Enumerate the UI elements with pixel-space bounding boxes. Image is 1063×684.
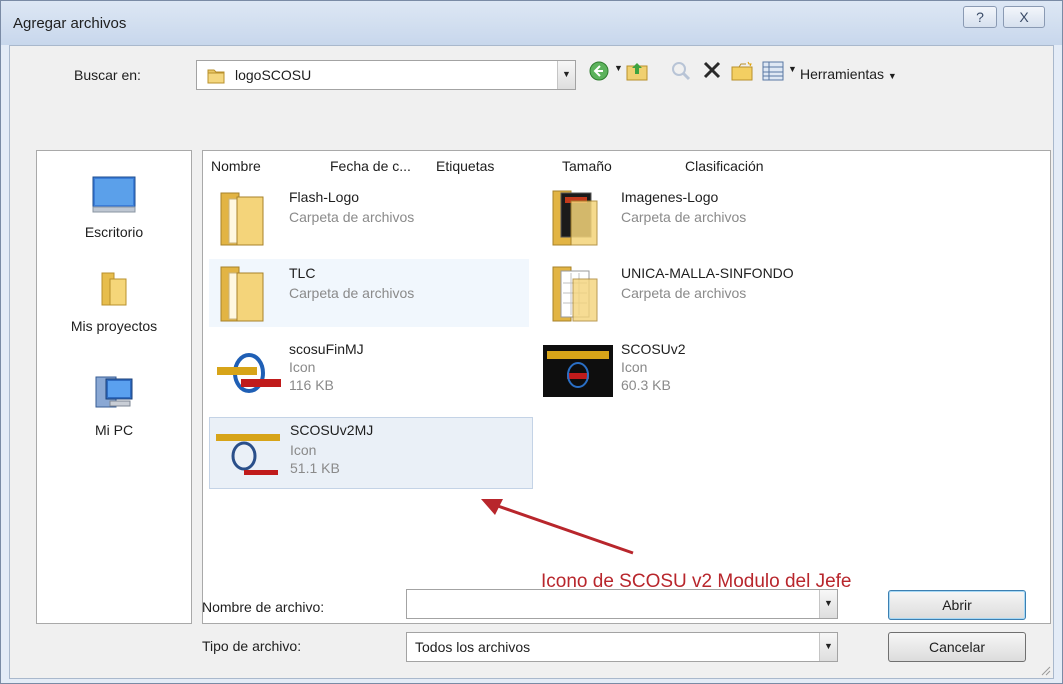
column-header[interactable]: Fecha de c...	[330, 151, 411, 181]
item-size: 116 KB	[289, 377, 334, 393]
app-logo-icon	[217, 353, 281, 393]
back-dropdown-icon[interactable]: ▼	[614, 63, 623, 73]
item-size: 51.1 KB	[290, 460, 340, 476]
list-item[interactable]: UNICA-MALLA-SINFONDO Carpeta de archivos	[541, 259, 861, 327]
resize-grip-icon[interactable]	[1039, 664, 1051, 676]
places-bar: Escritorio Mis proyectos Mi PC	[36, 150, 192, 624]
item-type: Carpeta de archivos	[621, 285, 747, 301]
delete-icon[interactable]	[702, 60, 722, 83]
app-logo-icon	[216, 434, 280, 475]
item-type: Carpeta de archivos	[289, 285, 415, 301]
lookin-combo[interactable]: logoSCOSU ▼	[196, 60, 576, 90]
views-dropdown-icon[interactable]: ▼	[788, 64, 797, 74]
column-header[interactable]: Nombre	[211, 151, 261, 181]
search-web-icon[interactable]	[670, 60, 692, 85]
folder-icon	[220, 266, 264, 322]
open-button[interactable]: Abrir	[888, 590, 1026, 620]
item-size: 60.3 KB	[621, 377, 671, 393]
place-computer[interactable]: Mi PC	[37, 373, 191, 438]
filename-label: Nombre de archivo:	[202, 599, 325, 615]
place-label: Escritorio	[84, 224, 144, 240]
annotation-arrow	[481, 499, 634, 555]
folder-icon	[207, 66, 225, 87]
chevron-down-icon[interactable]: ▼	[819, 633, 837, 661]
place-label: Mi PC	[94, 422, 134, 438]
list-item[interactable]: TLC Carpeta de archivos	[209, 259, 529, 327]
close-button[interactable]: X	[1003, 6, 1045, 28]
window-title: Agregar archivos	[13, 15, 127, 32]
item-type: Carpeta de archivos	[289, 209, 415, 225]
item-type: Carpeta de archivos	[621, 209, 747, 225]
tools-label: Herramientas	[800, 66, 885, 82]
item-name: SCOSUv2	[621, 341, 686, 357]
filetype-select[interactable]: Todos los archivos ▼	[406, 632, 838, 662]
list-item[interactable]: Flash-Logo Carpeta de archivos	[209, 183, 529, 251]
column-header[interactable]: Clasificación	[685, 151, 764, 181]
filetype-label: Tipo de archivo:	[202, 638, 302, 654]
list-item[interactable]: Imagenes-Logo Carpeta de archivos	[541, 183, 861, 251]
item-name: Imagenes-Logo	[621, 189, 719, 205]
column-header[interactable]: Etiquetas	[436, 151, 494, 181]
views-icon[interactable]	[762, 61, 784, 84]
title-bar: Agregar archivos ? X	[1, 1, 1062, 45]
dialog-window: Agregar archivos ? X Buscar en: logoSCOS…	[0, 0, 1063, 684]
item-name: TLC	[289, 265, 316, 281]
filename-field[interactable]: ▼	[406, 589, 838, 619]
item-name: UNICA-MALLA-SINFONDO	[621, 265, 794, 281]
folder-icon	[220, 192, 264, 246]
cancel-button[interactable]: Cancelar	[888, 632, 1026, 662]
chevron-down-icon: ▼	[887, 71, 897, 81]
place-projects[interactable]: Mis proyectos	[37, 269, 191, 334]
item-name: Flash-Logo	[289, 189, 360, 205]
list-item[interactable]: scosuFinMJ Icon 116 KB	[209, 335, 529, 403]
list-item[interactable]: SCOSUv2 Icon 60.3 KB	[541, 335, 861, 403]
item-type: Icon	[290, 442, 317, 458]
folder-icon	[552, 266, 598, 322]
desktop-icon	[92, 176, 136, 213]
back-icon[interactable]	[588, 60, 610, 85]
folder-icon	[101, 272, 127, 306]
file-list: Nombre Fecha de c... Etiquetas Tamaño Cl…	[202, 150, 1051, 624]
new-folder-icon[interactable]	[730, 60, 754, 85]
lookin-value: logoSCOSU	[235, 67, 312, 83]
item-type: Icon	[621, 359, 648, 375]
list-item[interactable]: SCOSUv2MJ Icon 51.1 KB	[209, 417, 533, 489]
help-button[interactable]: ?	[963, 6, 997, 28]
chevron-down-icon[interactable]: ▼	[557, 61, 575, 89]
tools-menu[interactable]: Herramientas ▼	[800, 66, 897, 82]
place-label: Mis proyectos	[70, 318, 158, 334]
lookin-label: Buscar en:	[74, 67, 141, 83]
chevron-down-icon[interactable]: ▼	[819, 590, 837, 618]
column-header[interactable]: Tamaño	[562, 151, 612, 181]
item-type: Icon	[289, 359, 316, 375]
place-desktop[interactable]: Escritorio	[37, 175, 191, 240]
computer-icon	[95, 376, 133, 408]
item-name: SCOSUv2MJ	[290, 422, 374, 438]
item-name: scosuFinMJ	[289, 341, 364, 357]
up-folder-icon[interactable]	[626, 61, 648, 84]
dialog-content: Buscar en: logoSCOSU ▼ ▼ ▼ Herramientas …	[9, 45, 1054, 679]
app-logo-icon	[543, 345, 613, 397]
folder-icon	[552, 190, 598, 246]
filetype-value: Todos los archivos	[415, 639, 531, 655]
